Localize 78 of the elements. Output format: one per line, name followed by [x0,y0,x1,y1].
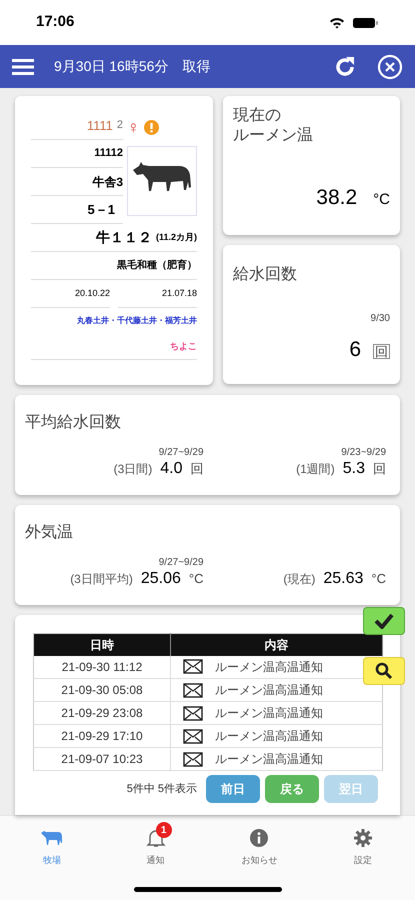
card-title: 外気温 [25,524,73,541]
notification-text: ルーメン温高温通知 [215,728,323,745]
back-button[interactable]: 戻る [265,775,319,803]
table-cell: 21-09-29 17:10 [34,724,170,748]
breed: 黒毛和種（肥育） [117,258,197,273]
envelope-icon [183,752,203,766]
date-range: 9/27~9/29 [158,557,204,568]
unit: °C [188,570,204,588]
checkmark-icon [374,613,394,629]
table-cell: 21-09-29 23:08 [34,702,170,724]
status-time: 17:06 [36,12,74,32]
unit: 回 [373,344,390,359]
result-count: 5件中 5件表示 [126,782,197,797]
lineage: 丸春土井・千代藤土井・福芳土井 [77,315,197,327]
stat-value: 5.3 [342,459,365,479]
notification-text: ルーメン温高温通知 [215,705,323,722]
tab[interactable]: 設定 [311,818,415,868]
unit: °C [373,190,390,210]
owner-name: ちよこ [170,340,197,353]
notification-text: ルーメン温高温通知 [215,751,323,768]
cow-id: 1111 [86,116,113,135]
notification-badge: 1 [156,822,172,838]
cow-age: (11.2カ月) [156,230,197,244]
envelope-icon [183,706,203,720]
date: 21.07.18 [162,286,197,300]
battery-icon [353,16,379,28]
card-title: ルーメン温 [233,126,314,146]
tab[interactable]: お知らせ [208,818,312,868]
notification-text: ルーメン温高温通知 [215,682,323,699]
prev-button[interactable]: 前日 [206,775,260,803]
search-button[interactable] [363,657,405,685]
table-cell: 21-09-30 05:08 [34,678,170,702]
cow-icon [40,830,63,846]
check-button[interactable] [363,607,405,635]
menu-icon[interactable] [12,58,34,74]
stat-value: 25.63 [323,569,364,589]
period-label: (3日間平均) [70,571,133,588]
card-title: 平均給水回数 [25,414,121,431]
period-label: (1週間) [296,461,335,478]
table-cell: 21-09-07 10:23 [34,748,170,770]
envelope-icon [183,682,203,698]
card-title: 給水回数 [233,264,298,285]
date: 9/30 [370,312,390,326]
column-header: 日時 [34,634,170,656]
header-title: 9月30日 16時56分 取得 [54,57,212,76]
envelope-icon [183,728,203,744]
search-icon [375,662,393,680]
envelope-icon [183,659,203,674]
info-icon [249,828,270,848]
unit: 回 [190,460,204,478]
tab[interactable]: 牧場 [0,818,104,868]
sex-symbol: ♀ [127,118,140,136]
date-range: 9/27~9/29 [158,447,204,458]
unit: °C [371,570,386,588]
cow-id-suffix: 2 [116,118,123,134]
wifi-icon [329,16,345,28]
close-icon[interactable] [377,54,403,80]
cow-name: 牛１１２ [96,228,152,247]
count-value: 6 [349,337,361,363]
pen-number: 5－1 [88,200,115,219]
temperature-value: 38.2 [316,184,358,210]
column-header: 内容 [170,634,382,656]
bell-icon [146,828,166,848]
card-title: 現在の [233,106,282,126]
unit: 回 [373,460,386,478]
refresh-icon[interactable] [333,54,357,78]
period-label: (現在) [283,571,316,588]
period-label: (3日間) [114,461,152,478]
stat-value: 25.06 [140,569,181,589]
stat-value: 4.0 [160,459,182,479]
notification-text: ルーメン温高温通知 [215,658,323,676]
date-range: 9/23~9/29 [341,447,386,458]
date: 20.10.22 [74,286,110,300]
tag-number: 11112 [94,146,123,162]
table-cell: 21-09-30 11:12 [34,656,170,678]
tab[interactable]: 1 通知 [104,818,208,868]
settings-icon [353,828,374,848]
barn-name: 牛舎3 [92,174,123,190]
